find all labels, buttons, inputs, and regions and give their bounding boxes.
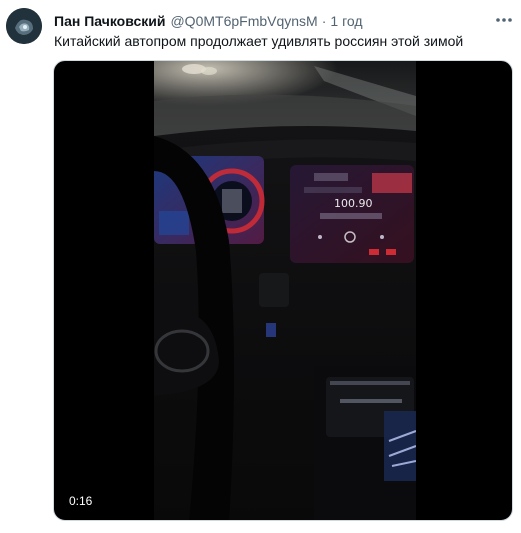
avatar-image [6, 8, 42, 44]
tweet-header: Пан Пачковский @Q0MT6pFmbVqynsM · 1 год [54, 12, 363, 30]
author-name[interactable]: Пан Пачковский [54, 12, 165, 30]
more-horizontal-icon [496, 18, 512, 22]
car-interior-scene: 100.90 [154, 61, 416, 520]
author-avatar[interactable] [6, 8, 42, 44]
video-player[interactable]: 100.90 0:16 [53, 60, 513, 521]
video-frame: 100.90 [154, 61, 416, 520]
more-options-button[interactable] [494, 10, 514, 30]
video-duration-badge: 0:16 [65, 491, 97, 511]
tweet-text: Китайский автопром продолжает удивлять р… [54, 33, 464, 49]
author-handle[interactable]: @Q0MT6pFmbVqynsM [170, 12, 317, 30]
separator-dot: · [321, 13, 327, 29]
tweet-card[interactable]: Пан Пачковский @Q0MT6pFmbVqynsM · 1 год … [0, 0, 521, 533]
tweet-timestamp[interactable]: 1 год [330, 12, 362, 30]
